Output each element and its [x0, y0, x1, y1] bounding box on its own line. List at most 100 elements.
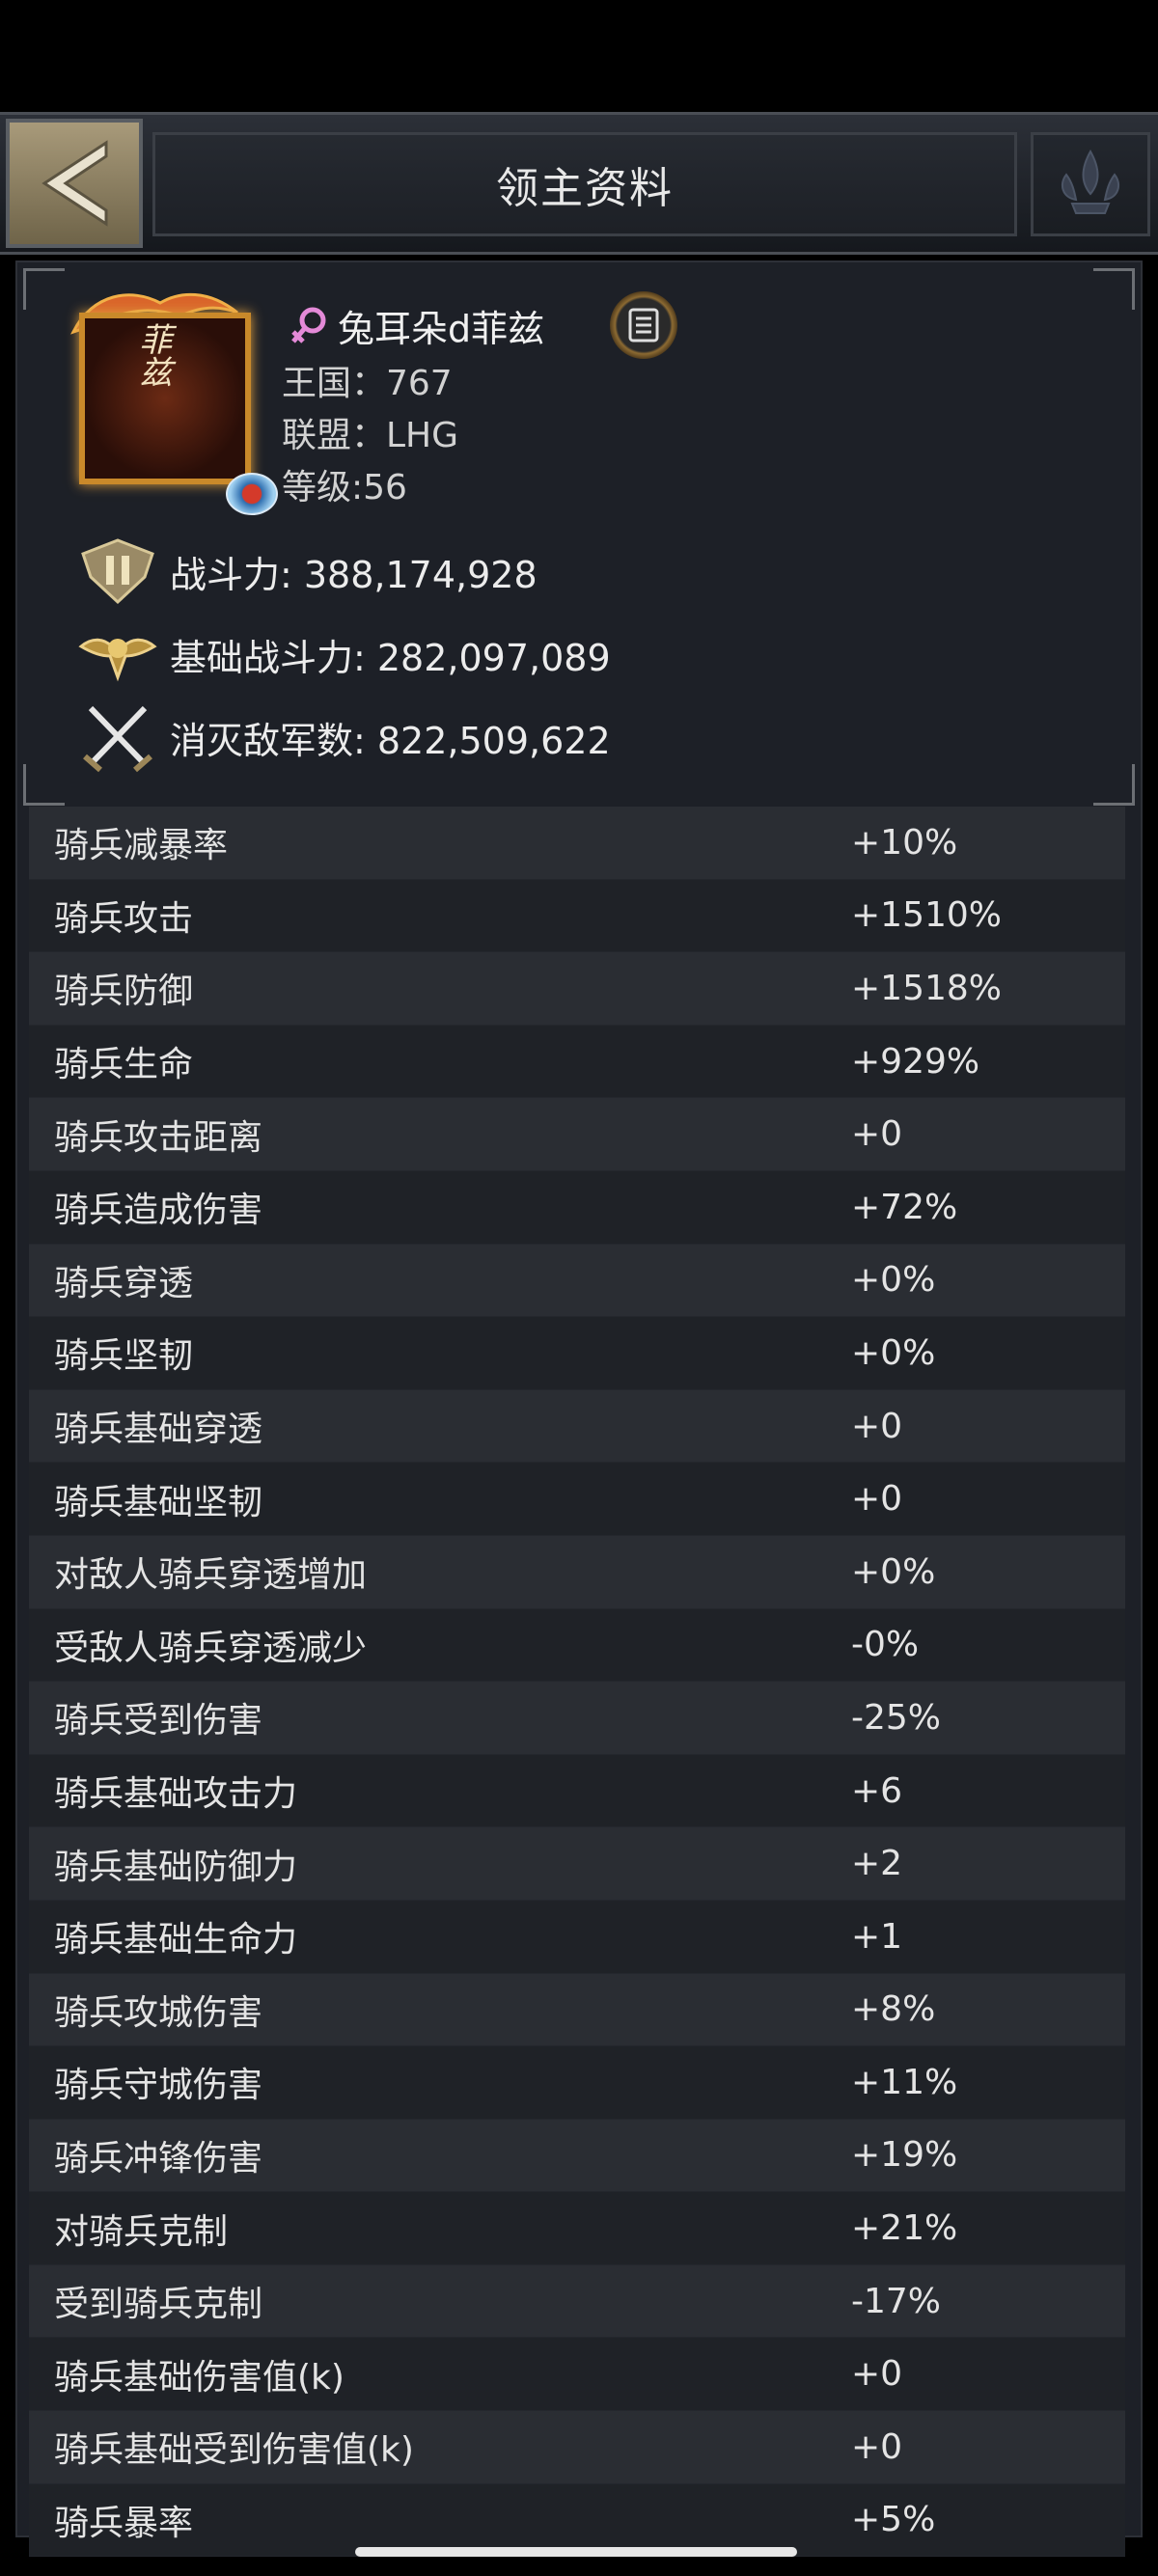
level-text: 等级:56: [282, 468, 407, 507]
kingdom-text: 王国：767: [282, 364, 453, 403]
back-button[interactable]: [6, 119, 143, 248]
attribute-value: +21%: [851, 2208, 958, 2249]
table-row: 骑兵攻击 +1510%: [29, 879, 1125, 953]
page-title: 领主资料: [496, 164, 674, 213]
power-row: 战斗力: 388,174,928: [77, 534, 538, 608]
notes-button[interactable]: [610, 291, 677, 359]
attribute-name: 骑兵防御: [54, 972, 194, 1012]
attribute-value: +11%: [851, 2062, 958, 2102]
attribute-value: +0%: [851, 1260, 936, 1301]
table-row: 骑兵基础坚韧 +0: [29, 1463, 1125, 1536]
table-row: 受敌人骑兵穿透减少 -0%: [29, 1608, 1125, 1683]
table-row: 骑兵穿透 +0%: [29, 1244, 1125, 1318]
avatar-calligraphy: 菲兹: [133, 322, 172, 388]
attribute-name: 骑兵攻击: [54, 898, 194, 939]
attribute-value: +0: [851, 2426, 903, 2467]
attribute-value: +6: [851, 1770, 903, 1811]
attribute-value: +5%: [851, 2500, 936, 2540]
panel-corner-ornament: [1093, 268, 1135, 310]
player-name: 兔耳朵d菲兹: [338, 308, 545, 350]
attribute-name: 对敌人骑兵穿透增加: [54, 1555, 368, 1596]
table-row: 骑兵防御 +1518%: [29, 952, 1125, 1026]
table-row: 骑兵减暴率 +10%: [29, 807, 1125, 880]
kills-text: 消灭敌军数: 822,509,622: [170, 719, 611, 762]
attribute-name: 骑兵攻城伤害: [54, 1992, 263, 2033]
table-row: 骑兵攻击距离 +0: [29, 1098, 1125, 1171]
base-power-text: 基础战斗力: 282,097,089: [170, 636, 611, 679]
table-row: 骑兵生命 +929%: [29, 1025, 1125, 1099]
table-row: 受到骑兵克制 -17%: [29, 2264, 1125, 2339]
attribute-name: 骑兵守城伤害: [54, 2066, 263, 2106]
attribute-value: -25%: [851, 1697, 942, 1738]
attribute-value: +10%: [851, 822, 958, 863]
attribute-value: +0: [851, 1479, 903, 1520]
attribute-value: +72%: [851, 1187, 958, 1227]
attribute-name: 骑兵冲锋伤害: [54, 2138, 263, 2179]
attribute-name: 骑兵基础攻击力: [54, 1774, 298, 1815]
attribute-value: +0%: [851, 1332, 936, 1373]
attribute-list: 骑兵减暴率 +10% 骑兵攻击 +1510% 骑兵防御 +1518% 骑兵生命 +929% 骑兵…: [29, 807, 1125, 2558]
attribute-value: -0%: [851, 1625, 920, 1665]
attribute-name: 骑兵穿透: [54, 1263, 194, 1303]
attribute-value: +0: [851, 1406, 903, 1446]
attribute-name: 骑兵基础防御力: [54, 1847, 298, 1887]
table-row: 对敌人骑兵穿透增加 +0%: [29, 1535, 1125, 1609]
attribute-name: 骑兵暴率: [54, 2503, 194, 2543]
attribute-name: 骑兵基础伤害值(k): [54, 2357, 345, 2398]
attribute-name: 骑兵造成伤害: [54, 1191, 263, 1231]
attribute-name: 骑兵基础生命力: [54, 1920, 298, 1960]
attribute-name: 受到骑兵克制: [54, 2285, 263, 2325]
base-power-row: 基础战斗力: 282,097,089: [77, 617, 611, 691]
attribute-value: +1518%: [851, 968, 1002, 1008]
chevron-left-icon: [41, 140, 108, 227]
winged-emblem-icon: [78, 638, 157, 682]
table-row: 骑兵守城伤害 +11%: [29, 2046, 1125, 2120]
avatar[interactable]: 菲兹: [64, 284, 278, 515]
table-row: 骑兵基础穿透 +0: [29, 1389, 1125, 1464]
panel-corner-ornament: [23, 764, 65, 806]
attribute-value: +0%: [851, 1551, 936, 1592]
name-row: 兔耳朵d菲兹: [288, 299, 544, 352]
panel-corner-ornament: [1093, 764, 1135, 806]
fleur-emblem-icon: [1061, 149, 1120, 214]
kingdom-badge-icon: [226, 473, 278, 515]
table-row: 对骑兵克制 +21%: [29, 2192, 1125, 2265]
header-bar: 领主资料: [0, 112, 1158, 255]
attribute-value: +8%: [851, 1989, 936, 2030]
attribute-name: 骑兵基础穿透: [54, 1410, 263, 1450]
table-row: 骑兵冲锋伤害 +19%: [29, 2119, 1125, 2193]
attribute-name: 骑兵基础受到伤害值(k): [54, 2430, 414, 2471]
panel-corner-ornament: [23, 268, 65, 310]
power-shield-icon: [81, 538, 154, 605]
alliance-text: 联盟：LHG: [282, 416, 459, 455]
attribute-name: 受敌人骑兵穿透减少: [54, 1628, 368, 1668]
attribute-value: +0: [851, 2354, 903, 2395]
table-row: 骑兵基础受到伤害值(k) +0: [29, 2411, 1125, 2484]
attribute-name: 骑兵受到伤害: [54, 1701, 263, 1741]
title-plate: 领主资料: [152, 132, 1017, 236]
attribute-value: +929%: [851, 1041, 980, 1082]
table-row: 骑兵基础防御力 +2: [29, 1827, 1125, 1901]
document-icon: [628, 308, 659, 343]
table-row: 骑兵基础攻击力 +6: [29, 1754, 1125, 1828]
attribute-name: 骑兵基础坚韧: [54, 1482, 263, 1522]
attribute-value: +1: [851, 1916, 903, 1957]
table-row: 骑兵坚韧 +0%: [29, 1317, 1125, 1390]
table-row: 骑兵攻城伤害 +8%: [29, 1973, 1125, 2047]
kills-row: 消灭敌军数: 822,509,622: [77, 700, 611, 774]
attribute-name: 骑兵减暴率: [54, 826, 229, 866]
home-indicator[interactable]: [355, 2547, 797, 2557]
attribute-value: +19%: [851, 2135, 958, 2176]
attribute-name: 对骑兵克制: [54, 2211, 229, 2252]
attribute-name: 骑兵攻击距离: [54, 1117, 263, 1158]
table-row: 骑兵造成伤害 +72%: [29, 1170, 1125, 1245]
table-row: 骑兵基础伤害值(k) +0: [29, 2338, 1125, 2412]
table-row: 骑兵基础生命力 +1: [29, 1900, 1125, 1974]
page: 领主资料 菲兹 兔耳朵d菲兹 王国：767 联盟：LHG 等级:56 战斗力: …: [0, 0, 1158, 2576]
table-row: 骑兵受到伤害 -25%: [29, 1682, 1125, 1755]
emblem-slot: [1031, 132, 1150, 236]
attribute-value: -17%: [851, 2281, 942, 2321]
female-symbol-icon: [291, 307, 326, 343]
attribute-name: 骑兵生命: [54, 1045, 194, 1085]
power-text: 战斗力: 388,174,928: [170, 553, 538, 596]
